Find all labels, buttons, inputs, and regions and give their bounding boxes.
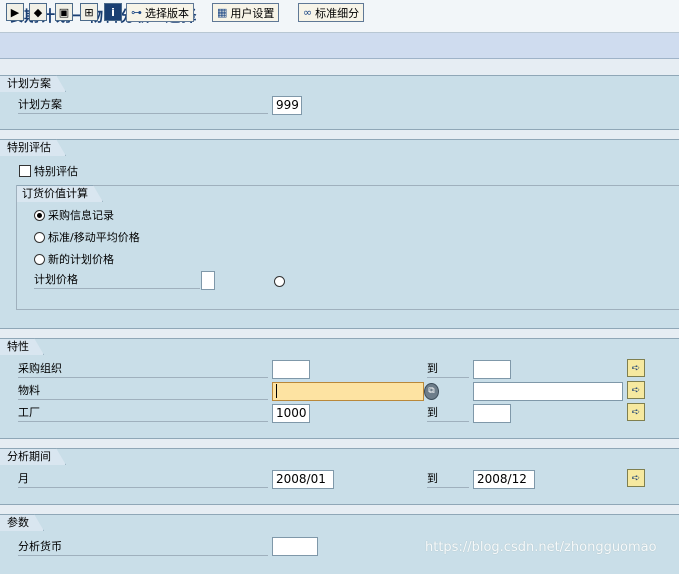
standard-drilldown-button[interactable]: ∞ 标准细分 — [298, 3, 365, 22]
selection-options-icon[interactable]: ⊞ — [80, 3, 98, 21]
period-to-field[interactable]: 2008/12 — [473, 470, 535, 489]
plan-scenario-field[interactable]: 999 — [272, 96, 302, 115]
plan-scenario-section: 计划方案 计划方案 999 — [0, 75, 679, 130]
purchasing-org-label: 采购组织 — [18, 360, 268, 378]
radio-purchasing-info[interactable] — [34, 210, 45, 221]
characteristics-section: 特性 采购组织 到 ➪ 物料 ⧉ ➪ 工厂 1000 到 ➪ — [0, 338, 679, 439]
execute-icon[interactable]: ▶ — [6, 3, 24, 21]
plant-from-field[interactable]: 1000 — [272, 404, 310, 423]
info-icon[interactable]: i — [104, 3, 122, 21]
plant-to-field[interactable] — [473, 404, 511, 423]
period-from-field[interactable]: 2008/01 — [272, 470, 334, 489]
special-evaluation-checkbox-label: 特别评估 — [34, 165, 78, 178]
month-label: 月 — [18, 470, 268, 488]
user-settings-button[interactable]: ▦ 用户设置 — [212, 3, 280, 22]
analysis-currency-label: 分析货币 — [18, 538, 268, 556]
watermark: https://blog.csdn.net/zhongguomao — [425, 540, 657, 555]
plan-price-field[interactable] — [201, 271, 215, 290]
purchasing-org-multiple-selection-button[interactable]: ➪ — [627, 359, 645, 377]
analysis-currency-field[interactable] — [272, 537, 318, 556]
version-icon: ⊶ — [131, 6, 142, 19]
save-variant-icon[interactable]: ▣ — [55, 3, 73, 21]
radio-standard-moving-price-label: 标准/移动平均价格 — [48, 231, 140, 244]
period-to-label: 到 — [427, 470, 469, 488]
special-evaluation-checkbox[interactable] — [19, 165, 31, 177]
parameters-tab: 参数 — [0, 514, 44, 531]
plant-to-label: 到 — [427, 404, 469, 422]
plan-scenario-tab: 计划方案 — [0, 75, 66, 92]
analysis-period-tab: 分析期间 — [0, 448, 66, 465]
get-variant-icon[interactable]: ◆ — [29, 3, 47, 21]
order-value-tab: 订货价值计算 — [17, 185, 103, 202]
glasses-icon: ∞ — [303, 6, 313, 19]
grid-icon: ▦ — [217, 6, 228, 19]
radio-new-planned-price-label: 新的计划价格 — [48, 253, 114, 266]
material-to-field[interactable] — [473, 382, 623, 401]
radio-purchasing-info-label: 采购信息记录 — [48, 209, 114, 222]
text-cursor — [276, 384, 277, 398]
material-multiple-selection-button[interactable]: ➪ — [627, 381, 645, 399]
radio-standard-moving-price[interactable] — [34, 232, 45, 243]
plant-label: 工厂 — [18, 404, 268, 422]
search-help-icon[interactable]: ⧉ — [424, 383, 439, 400]
material-label: 物料 — [18, 382, 268, 400]
plan-scenario-label: 计划方案 — [18, 96, 268, 114]
purchasing-org-to-label: 到 — [427, 360, 469, 378]
plant-multiple-selection-button[interactable]: ➪ — [627, 403, 645, 421]
select-version-button[interactable]: ⊶ 选择版本 — [126, 3, 194, 22]
special-evaluation-tab: 特别评估 — [0, 139, 66, 156]
analysis-period-section: 分析期间 月 2008/01 到 2008/12 ➪ — [0, 448, 679, 505]
characteristics-tab: 特性 — [0, 338, 44, 355]
radio-new-planned-price[interactable] — [34, 254, 45, 265]
period-multiple-selection-button[interactable]: ➪ — [627, 469, 645, 487]
purchasing-org-from-field[interactable] — [272, 360, 310, 379]
application-toolbar — [0, 33, 679, 59]
special-evaluation-section: 特别评估 特别评估 订货价值计算 采购信息记录 标准/移动平均价格 新的计划价格… — [0, 139, 679, 329]
radio-plan-price[interactable] — [274, 276, 285, 287]
material-from-field[interactable] — [272, 382, 424, 401]
purchasing-org-to-field[interactable] — [473, 360, 511, 379]
plan-price-label: 计划价格 — [34, 271, 200, 289]
order-value-group: 订货价值计算 采购信息记录 标准/移动平均价格 新的计划价格 计划价格 — [16, 185, 679, 310]
